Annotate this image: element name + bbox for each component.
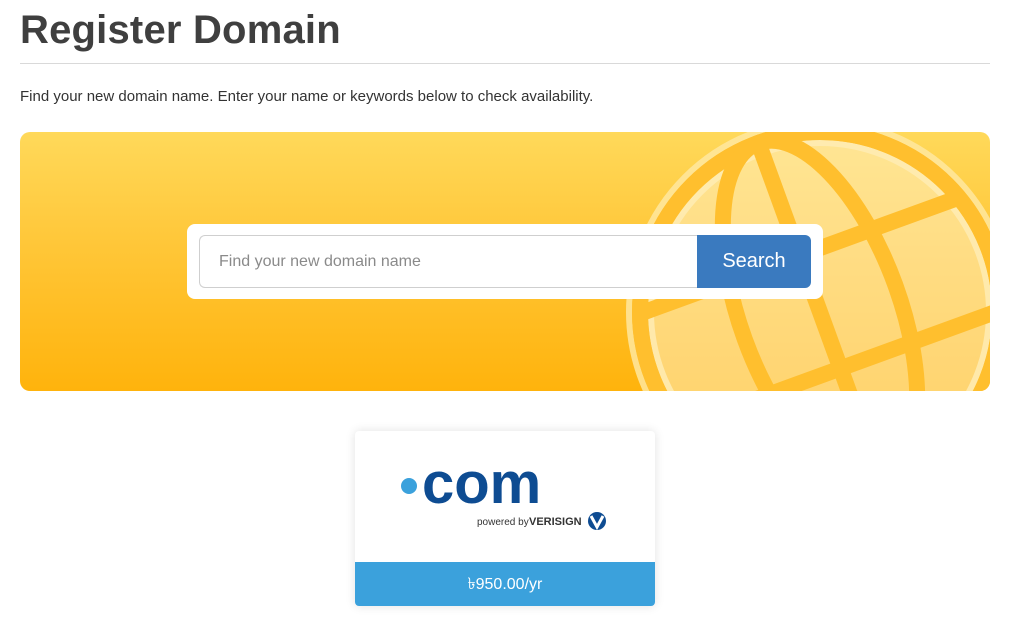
tld-extension: com: [422, 451, 541, 516]
com-logo: com powered by VERISIGN: [401, 451, 606, 531]
powered-by-text: powered by: [477, 517, 529, 528]
tld-price: ৳950.00/yr: [355, 562, 655, 606]
title-divider: [20, 63, 990, 64]
intro-text: Find your new domain name. Enter your na…: [20, 88, 594, 105]
domain-search-hero: Search: [20, 132, 990, 391]
page-title: Register Domain: [20, 8, 341, 52]
search-button[interactable]: Search: [697, 235, 811, 288]
featured-tld-card[interactable]: com powered by VERISIGN ৳950.00/yr: [355, 431, 655, 606]
domain-search-input[interactable]: [199, 235, 699, 288]
verisign-check-icon: [588, 512, 606, 531]
search-box: Search: [187, 224, 823, 299]
verisign-brand: VERISIGN: [529, 516, 582, 528]
